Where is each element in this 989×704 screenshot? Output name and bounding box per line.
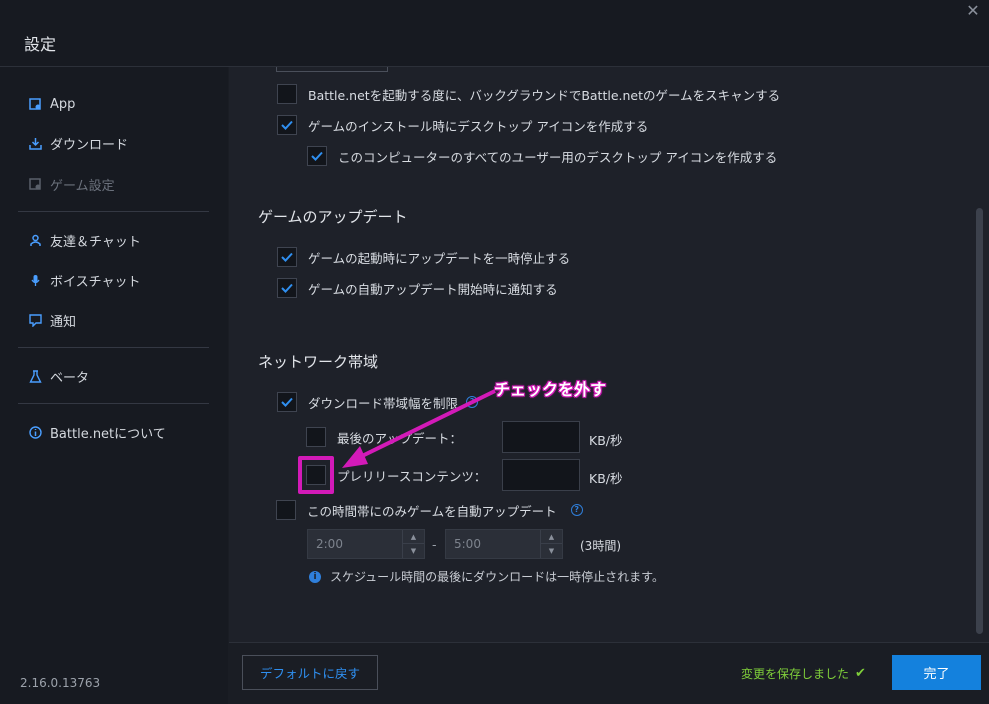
checkmark-icon (281, 397, 293, 407)
checkmark-icon (281, 120, 293, 130)
latest-updates-checkbox[interactable] (306, 427, 326, 447)
partial-input-field[interactable] (276, 67, 388, 72)
checkmark-icon (281, 283, 293, 293)
duration-label: (3時間) (580, 539, 621, 553)
spinner-buttons: ▲ ▼ (402, 530, 424, 558)
scrollbar-thumb[interactable] (976, 208, 983, 634)
desktop-shortcut-checkbox[interactable] (277, 115, 297, 135)
friends-icon (28, 233, 42, 247)
version-label: 2.16.0.13763 (20, 676, 101, 690)
latest-updates-limit-input[interactable] (502, 421, 580, 453)
option-label: Battle.netを起動する度に、バックグラウンドでBattle.netのゲー… (308, 87, 781, 103)
saved-status: 変更を保存しました ✔ (741, 665, 866, 682)
scan-games-option[interactable]: Battle.netを起動する度に、バックグラウンドでBattle.netのゲー… (277, 84, 780, 104)
prerelease-limit-input[interactable] (502, 459, 580, 491)
annotation-label: チェックを外す (494, 380, 607, 399)
all-users-shortcut-option[interactable]: このコンピューターのすべてのユーザー用のデスクトップ アイコンを作成する (307, 146, 777, 166)
pause-on-launch-option[interactable]: ゲームの起動時にアップデートを一時停止する (277, 247, 570, 267)
sidebar-item-notifications[interactable]: 通知 (28, 310, 76, 330)
unit-label: KB/秒 (589, 471, 623, 486)
info-text: スケジュール時間の最後にダウンロードは一時停止されます。 (330, 570, 664, 584)
time-separator: - (432, 537, 437, 552)
sidebar-item-game-settings[interactable]: ゲーム設定 (28, 174, 115, 194)
option-label: ゲームの起動時にアップデートを一時停止する (308, 250, 571, 266)
info-icon (28, 425, 42, 439)
end-time-spinner[interactable]: 5:00 ▲ ▼ (445, 529, 563, 559)
start-time-spinner[interactable]: 2:00 ▲ ▼ (307, 529, 425, 559)
sidebar-divider (18, 211, 209, 212)
option-label: ゲームの自動アップデート開始時に通知する (308, 281, 558, 297)
sidebar-item-label: 通知 (50, 314, 77, 330)
notification-icon (28, 313, 42, 327)
beta-flask-icon (28, 369, 42, 383)
schedule-option[interactable]: この時間帯にのみゲームを自動アップデート ? (276, 500, 583, 520)
limit-bandwidth-checkbox[interactable] (277, 392, 297, 412)
section-title-network: ネットワーク帯域 (258, 353, 379, 371)
microphone-icon (28, 273, 42, 287)
sidebar-item-friends-chat[interactable]: 友達＆チャット (28, 230, 141, 250)
sidebar-item-label: ダウンロード (50, 137, 129, 153)
option-label: このコンピューターのすべてのユーザー用のデスクトップ アイコンを作成する (338, 149, 778, 165)
all-users-shortcut-checkbox[interactable] (307, 146, 327, 166)
option-label: この時間帯にのみゲームを自動アップデート (307, 503, 557, 519)
sidebar-item-label: Battle.netについて (50, 426, 166, 442)
end-time-value: 5:00 (454, 537, 481, 551)
sidebar-item-beta[interactable]: ベータ (28, 366, 89, 386)
download-icon (28, 136, 42, 150)
spinner-buttons: ▲ ▼ (540, 530, 562, 558)
start-time-value: 2:00 (316, 537, 343, 551)
sidebar-item-download[interactable]: ダウンロード (28, 133, 128, 153)
sidebar-item-about[interactable]: Battle.netについて (28, 422, 166, 442)
help-icon[interactable]: ? (570, 504, 583, 516)
desktop-shortcut-option[interactable]: ゲームのインストール時にデスクトップ アイコンを作成する (277, 115, 648, 135)
spinner-up-icon[interactable]: ▲ (403, 530, 424, 544)
spinner-down-icon[interactable]: ▼ (403, 544, 424, 558)
schedule-info: i スケジュール時間の最後にダウンロードは一時停止されます。 (309, 568, 664, 585)
sidebar-item-label: ボイスチャット (50, 274, 141, 290)
pause-on-launch-checkbox[interactable] (277, 247, 297, 267)
section-title-updates: ゲームのアップデート (258, 208, 408, 226)
close-icon[interactable]: ✕ (964, 2, 982, 20)
annotation-highlight-box (298, 456, 334, 494)
option-label: ゲームのインストール時にデスクトップ アイコンを作成する (308, 118, 649, 134)
annotation-arrow (342, 389, 496, 468)
spinner-up-icon[interactable]: ▲ (541, 530, 562, 544)
checkmark-icon (281, 252, 293, 262)
spinner-down-icon[interactable]: ▼ (541, 544, 562, 558)
sidebar-divider (18, 403, 209, 404)
restore-defaults-button[interactable]: デフォルトに戻す (242, 655, 378, 690)
window-header: 設定 (0, 0, 989, 67)
window-title: 設定 (24, 35, 57, 54)
scan-games-checkbox[interactable] (277, 84, 297, 104)
sidebar-item-app[interactable]: App (28, 94, 75, 114)
app-gear-icon (28, 97, 42, 111)
sidebar-item-label: ベータ (50, 370, 90, 386)
info-icon: i (309, 570, 321, 583)
sidebar-item-label: ゲーム設定 (50, 178, 115, 194)
checkmark-icon (311, 151, 323, 161)
schedule-checkbox[interactable] (276, 500, 296, 520)
done-button[interactable]: 完了 (892, 655, 981, 690)
sidebar-item-voice-chat[interactable]: ボイスチャット (28, 270, 140, 290)
unit-label: KB/秒 (589, 433, 623, 448)
checkmark-icon: ✔ (855, 666, 866, 681)
saved-text: 変更を保存しました (741, 667, 850, 681)
notify-auto-update-option[interactable]: ゲームの自動アップデート開始時に通知する (277, 278, 558, 298)
sidebar-item-label: 友達＆チャット (50, 234, 141, 250)
notify-auto-update-checkbox[interactable] (277, 278, 297, 298)
sidebar-item-label: App (50, 96, 76, 112)
game-settings-icon (28, 177, 42, 191)
sidebar-divider (18, 347, 209, 348)
